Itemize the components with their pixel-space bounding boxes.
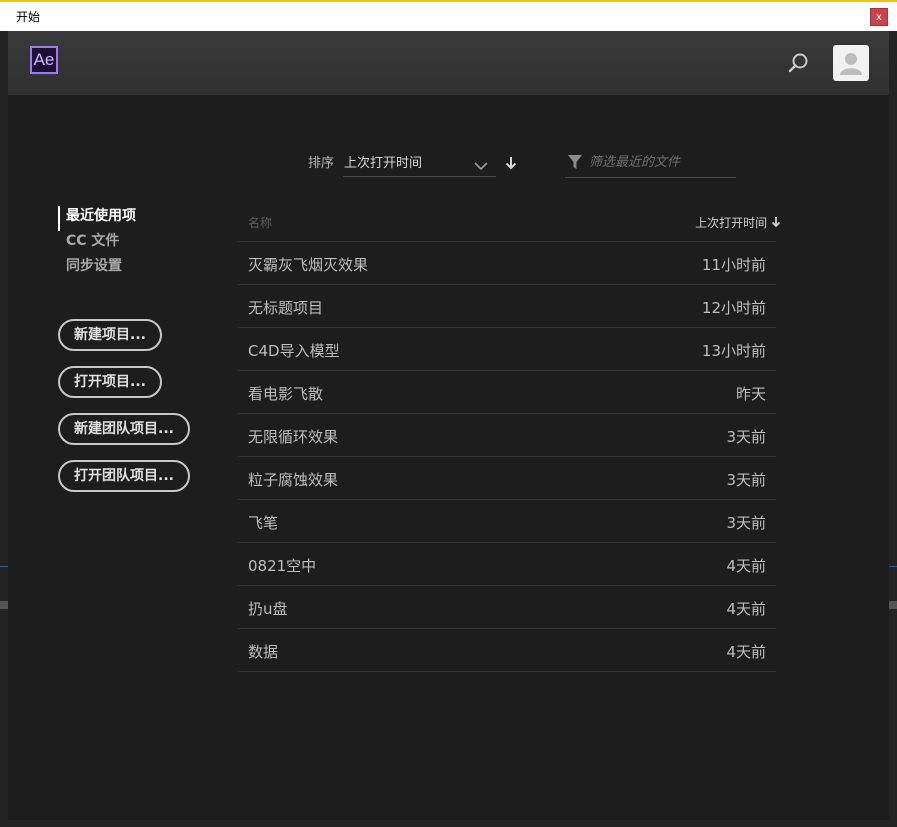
search-icon[interactable] [787, 51, 811, 75]
last-opened-time: 4天前 [726, 557, 766, 575]
last-opened-time: 4天前 [726, 600, 766, 618]
table-row[interactable]: 无限循环效果 3天前 [238, 414, 776, 457]
column-header-name[interactable]: 名称 [248, 214, 272, 231]
table-row[interactable]: 数据 4天前 [238, 629, 776, 672]
file-name: 看电影飞散 [248, 385, 324, 403]
table-row[interactable]: 无标题项目 12小时前 [238, 285, 776, 328]
file-name: 0821空中 [248, 557, 317, 575]
recent-files-table: 名称 上次打开时间 灭霸灰飞烟灭效果 11小时前无标题项目 12小时前 C4D导入模型… [238, 203, 781, 672]
background-edge [889, 601, 897, 609]
last-opened-time: 3天前 [726, 471, 766, 489]
filter-field[interactable] [565, 147, 736, 178]
last-opened-time: 4天前 [726, 643, 766, 661]
nav-item-cc-files[interactable]: CC 文件 [58, 231, 136, 256]
file-name: 数据 [248, 643, 279, 661]
file-name: 扔u盘 [248, 600, 288, 618]
last-opened-time: 13小时前 [701, 342, 766, 360]
table-row[interactable]: 看电影飞散 昨天 [238, 371, 776, 414]
nav-item-recent[interactable]: 最近使用项 [58, 206, 136, 231]
last-opened-time: 11小时前 [701, 256, 766, 274]
filter-input[interactable] [589, 152, 729, 172]
window-frame-bottom [0, 820, 897, 827]
arrow-down-icon[interactable] [505, 155, 517, 174]
file-name: 粒子腐蚀效果 [248, 471, 339, 489]
new-project-button[interactable]: 新建项目... [58, 319, 162, 351]
arrow-down-icon [771, 217, 781, 228]
sort-selected-value: 上次打开时间 [344, 156, 423, 171]
last-opened-time: 昨天 [735, 385, 766, 403]
sort-dropdown[interactable]: 上次打开时间 [343, 147, 496, 177]
table-row[interactable]: 0821空中 4天前 [238, 543, 776, 586]
file-name: 飞笔 [248, 514, 279, 532]
column-header-time[interactable]: 上次打开时间 [695, 214, 781, 231]
left-nav: 最近使用项 CC 文件 同步设置 [58, 206, 136, 281]
file-name: 无标题项目 [248, 299, 324, 317]
table-row[interactable]: C4D导入模型 13小时前 [238, 328, 776, 371]
open-project-button[interactable]: 打开项目... [58, 366, 162, 398]
background-edge-line [889, 566, 897, 567]
sort-label: 排序 [308, 156, 335, 171]
app-header: Ae [8, 31, 889, 95]
file-name: 灭霸灰飞烟灭效果 [248, 256, 369, 274]
file-name: 无限循环效果 [248, 428, 339, 446]
start-panel: 排序 上次打开时间 最近使用项 CC 文件 同步设置 新建项目... 打开项目.… [8, 95, 889, 820]
table-header: 名称 上次打开时间 [238, 203, 781, 242]
table-row[interactable]: 扔u盘 4天前 [238, 586, 776, 629]
table-row[interactable]: 飞笔 3天前 [238, 500, 776, 543]
last-opened-time: 3天前 [726, 514, 766, 532]
user-avatar[interactable] [833, 45, 869, 81]
column-header-time-label: 上次打开时间 [695, 216, 768, 230]
filter-icon [567, 154, 583, 174]
new-team-project-button[interactable]: 新建团队项目... [58, 413, 190, 445]
close-button[interactable]: x [870, 8, 888, 26]
window-title: 开始 [16, 10, 41, 24]
background-edge-line [0, 566, 8, 567]
open-team-project-button[interactable]: 打开团队项目... [58, 460, 190, 492]
table-row[interactable]: 粒子腐蚀效果 3天前 [238, 457, 776, 500]
table-row[interactable]: 灭霸灰飞烟灭效果 11小时前 [238, 242, 776, 285]
window-frame-left [0, 31, 8, 827]
window-frame-right [889, 31, 897, 827]
nav-item-sync-settings[interactable]: 同步设置 [58, 256, 136, 281]
user-icon [840, 53, 862, 75]
chevron-down-icon [474, 156, 488, 175]
last-opened-time: 3天前 [726, 428, 766, 446]
ae-logo: Ae [30, 46, 58, 74]
file-name: C4D导入模型 [248, 342, 340, 360]
background-edge [0, 601, 8, 609]
last-opened-time: 12小时前 [701, 299, 766, 317]
window-title-bar: 开始 x [0, 0, 897, 31]
